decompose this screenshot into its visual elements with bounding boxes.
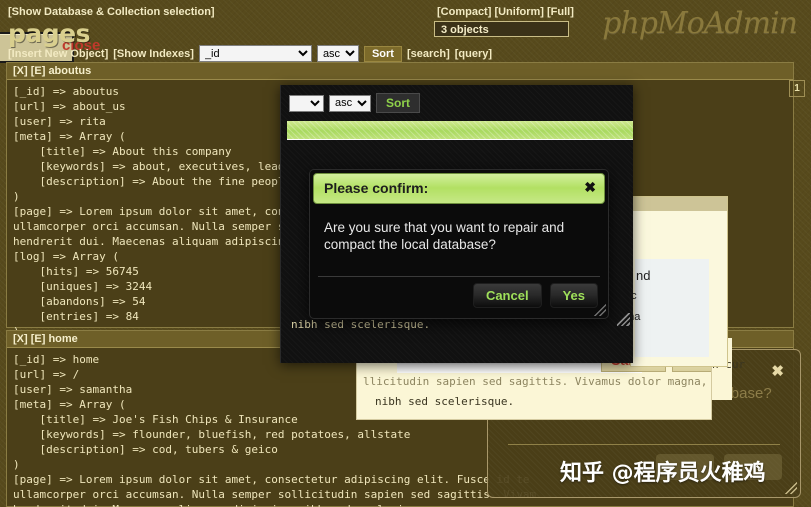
strip-text-line-2: nibh sed scelerisque. bbox=[375, 395, 514, 408]
confirm-dialog-buttons: Cancel Yes bbox=[473, 283, 598, 308]
page-title: pages bbox=[8, 19, 90, 48]
resize-grip-icon[interactable] bbox=[617, 313, 630, 326]
watermark: 知乎 @程序员火稚鸡 bbox=[560, 455, 766, 487]
insert-new-object-link[interactable]: [Insert New Object] bbox=[8, 48, 108, 60]
sort-field-select[interactable]: _id bbox=[199, 45, 312, 62]
ghost-resize-grip-icon[interactable] bbox=[785, 482, 797, 494]
overlay-green-bar bbox=[287, 121, 633, 140]
overlay-sort-direction-select[interactable]: asc bbox=[329, 95, 371, 112]
overlay-divider bbox=[287, 139, 633, 140]
strip-text-line-1: llicitudin sapien sed sagittis. Vivamus … bbox=[363, 375, 707, 388]
close-icon[interactable]: ✖ bbox=[584, 179, 596, 195]
show-indexes-link[interactable]: [Show Indexes] bbox=[113, 48, 194, 60]
corner-page-badge[interactable]: 1 bbox=[789, 80, 805, 97]
light-dialog-titlebar bbox=[631, 197, 727, 211]
cancel-button[interactable]: Cancel bbox=[473, 283, 542, 308]
sort-button[interactable]: Sort bbox=[364, 46, 402, 62]
sort-direction-select[interactable]: asc bbox=[317, 45, 359, 62]
confirm-resize-grip-icon[interactable] bbox=[594, 304, 606, 316]
query-link[interactable]: [query] bbox=[455, 48, 492, 60]
ghost-close-icon[interactable]: ✖ bbox=[771, 362, 784, 380]
header-toolbar: [Insert New Object] [Show Indexes] _id a… bbox=[8, 45, 492, 62]
confirm-dialog-message: Are you sure that you want to repair and… bbox=[310, 207, 608, 253]
confirm-dialog-titlebar: Please confirm: ✖ bbox=[313, 173, 605, 204]
overlay-toolbar: asc Sort bbox=[289, 93, 420, 113]
search-link[interactable]: [search] bbox=[407, 48, 450, 60]
confirm-dialog-divider bbox=[318, 276, 600, 277]
overlay-sort-button[interactable]: Sort bbox=[376, 93, 420, 113]
ghost-dialog-divider bbox=[508, 444, 780, 445]
fragment-and: nd bbox=[636, 268, 650, 283]
objects-count-badge: 3 objects bbox=[434, 21, 569, 37]
overlay-sort-field-select[interactable] bbox=[289, 95, 324, 112]
confirm-dialog-title: Please confirm: bbox=[324, 180, 428, 196]
confirm-dialog: Please confirm: ✖ Are you sure that you … bbox=[309, 169, 609, 319]
overlay-bottom-text: nibh sed scelerisque. bbox=[291, 318, 430, 331]
yes-button[interactable]: Yes bbox=[550, 283, 598, 308]
show-database-collection-link[interactable]: [Show Database & Collection selection] bbox=[8, 6, 215, 18]
brand-logo: phpMoAdmin bbox=[602, 6, 797, 41]
view-mode-links[interactable]: [Compact] [Uniform] [Full] bbox=[437, 6, 574, 18]
record-header-aboutus[interactable]: [X] [E] aboutus bbox=[7, 63, 793, 80]
page-header: [Show Database & Collection selection] p… bbox=[0, 0, 811, 64]
